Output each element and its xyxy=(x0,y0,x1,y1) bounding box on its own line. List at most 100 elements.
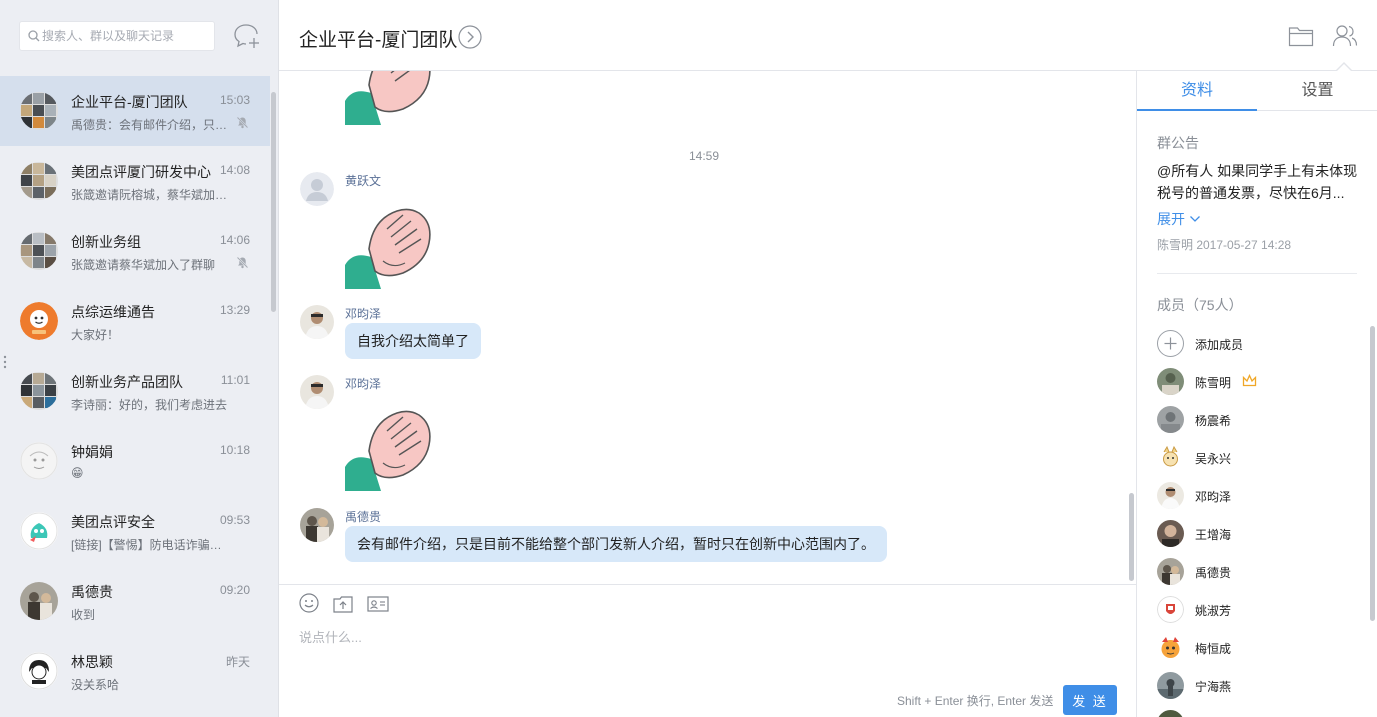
member-avatar xyxy=(1157,558,1184,585)
conversation-name: 美团点评厦门研发中心 xyxy=(71,164,211,180)
upload-file-icon[interactable] xyxy=(333,594,353,614)
resize-handle-icon[interactable] xyxy=(3,354,7,370)
member-name: 杨震希 xyxy=(1195,414,1232,428)
owner-crown-icon xyxy=(1242,374,1257,387)
add-member-label: 添加成员 xyxy=(1195,338,1244,352)
member-item[interactable]: 禹德贵 xyxy=(1157,558,1357,588)
messages-scrollbar[interactable] xyxy=(1129,493,1134,581)
member-name: 吴永兴 xyxy=(1195,452,1232,466)
member-item[interactable]: 宁海燕 xyxy=(1157,672,1357,702)
conversation-preview: 没关系哈 xyxy=(71,678,120,692)
conversation-name: 企业平台-厦门团队 xyxy=(71,94,188,110)
message-avatar[interactable] xyxy=(300,305,334,339)
clapping-sticker xyxy=(345,410,431,491)
message-avatar[interactable] xyxy=(300,172,334,206)
conversation-name: 林思颖 xyxy=(71,654,113,670)
clapping-sticker xyxy=(345,208,431,289)
conversation-item[interactable]: 钟娟娟 10:18 😁 xyxy=(0,426,270,496)
conversation-preview: 😁 xyxy=(71,466,84,480)
members-count-label: 成员（75人） xyxy=(1157,297,1243,313)
member-item[interactable]: 杨震希 xyxy=(1157,406,1357,436)
member-avatar xyxy=(1157,672,1184,699)
sidebar-scrollbar[interactable] xyxy=(271,92,276,312)
send-button[interactable]: 发 送 xyxy=(1063,685,1117,715)
chat-header: 企业平台-厦门团队 xyxy=(279,0,1377,72)
tab-settings[interactable]: 设置 xyxy=(1257,71,1377,111)
message-bubble[interactable]: 会有邮件介绍，只是目前不能给整个部门发新人介绍，暂时只在创新中心范围内了。 xyxy=(345,526,887,562)
member-name: 宁海燕 xyxy=(1195,680,1232,694)
conversation-item[interactable]: 美团点评厦门研发中心 14:08 张箴邀请阮榕城，蔡华斌加入了群聊 xyxy=(0,146,270,216)
search-input[interactable] xyxy=(42,22,212,50)
group-avatar xyxy=(20,372,58,410)
conversation-time: 09:53 xyxy=(219,513,250,527)
conversation-item[interactable]: 创新业务组 14:06 张箴邀请蔡华斌加入了群聊 xyxy=(0,216,270,286)
conversation-item[interactable]: 林思颖 昨天 没关系哈 xyxy=(0,636,270,706)
message-input[interactable] xyxy=(299,627,1119,667)
group-info-panel: 资料 设置 群公告 @所有人 如果同学手上有未体现税号的普通发票，尽快在6月..… xyxy=(1136,71,1377,717)
conversation-name: 美团点评安全 xyxy=(71,514,155,530)
member-item[interactable]: 姚淑芳 xyxy=(1157,596,1357,626)
member-item[interactable]: 梅恒成 xyxy=(1157,634,1357,664)
conversation-time: 09:20 xyxy=(219,583,250,597)
conversation-time: 14:08 xyxy=(219,163,250,177)
mute-bell-icon xyxy=(236,256,249,269)
conversation-preview: 李诗丽：好的，我们考虑进去 xyxy=(71,398,228,412)
mute-bell-icon xyxy=(236,116,249,129)
member-name: 姚淑芳 xyxy=(1195,604,1232,618)
message-composer: Shift + Enter 换行, Enter 发送 发 送 xyxy=(279,584,1136,717)
member-name: 禹德贵 xyxy=(1195,566,1232,580)
member-item[interactable]: 吴永兴 xyxy=(1157,444,1357,474)
conversation-preview: [链接]【警惕】防电话诈骗紧急通知 xyxy=(71,538,233,552)
conversation-time: 昨天 xyxy=(225,655,250,669)
chevron-right-circle-icon[interactable] xyxy=(458,25,482,49)
message-list: 14:59 黄跃文 邓昀泽 自我介绍太简单了 邓昀泽 禹德贵 会有邮件介绍，只是… xyxy=(279,71,1136,584)
search-icon xyxy=(28,30,40,42)
conversation-item[interactable]: 禹德贵 09:20 收到 xyxy=(0,566,270,636)
message-sender: 黄跃文 xyxy=(345,174,382,188)
member-item[interactable]: 王增海 xyxy=(1157,520,1357,550)
bot-avatar xyxy=(20,302,58,340)
search-box[interactable] xyxy=(19,21,215,51)
conversation-item[interactable]: 美团点评安全 09:53 [链接]【警惕】防电话诈骗紧急通知 xyxy=(0,496,270,566)
conversation-item[interactable]: 点综运维通告 13:29 大家好！ xyxy=(0,286,270,356)
group-notice-label: 群公告 xyxy=(1157,135,1199,151)
message-avatar[interactable] xyxy=(300,375,334,409)
bot-avatar xyxy=(20,512,58,550)
contact-card-icon[interactable] xyxy=(367,594,389,614)
folder-icon[interactable] xyxy=(1288,25,1314,47)
conversation-name: 禹德贵 xyxy=(71,584,113,600)
conversation-item[interactable]: 企业平台-厦门团队 15:03 禹德贵：会有邮件介绍，只是目前不能给整个部门发新… xyxy=(0,76,270,146)
add-member-button[interactable]: 添加成员 xyxy=(1157,330,1357,360)
group-avatar xyxy=(20,92,58,130)
member-item[interactable]: 陈雪明 xyxy=(1157,368,1357,398)
expand-notice-link[interactable]: 展开 xyxy=(1157,209,1201,229)
conversation-time: 13:29 xyxy=(219,303,250,317)
chat-title: 企业平台-厦门团队 xyxy=(299,30,458,51)
conversation-sidebar: 企业平台-厦门团队 15:03 禹德贵：会有邮件介绍，只是目前不能给整个部门发新… xyxy=(0,0,279,717)
add-member-icon xyxy=(1157,330,1184,357)
member-item[interactable]: 邓昀泽 xyxy=(1157,482,1357,512)
chevron-down-icon xyxy=(1189,216,1200,222)
message-avatar[interactable] xyxy=(300,508,334,542)
conversation-time: 15:03 xyxy=(219,93,250,107)
tab-info[interactable]: 资料 xyxy=(1137,71,1257,111)
member-avatar xyxy=(1157,634,1184,661)
clapping-sticker xyxy=(345,71,431,125)
emoji-icon[interactable] xyxy=(299,593,319,613)
member-item[interactable] xyxy=(1157,710,1357,717)
member-name: 陈雪明 xyxy=(1195,376,1232,390)
group-members-icon[interactable] xyxy=(1332,24,1358,48)
group-avatar xyxy=(20,162,58,200)
conversation-list: 企业平台-厦门团队 15:03 禹德贵：会有邮件介绍，只是目前不能给整个部门发新… xyxy=(0,76,279,717)
conversation-item[interactable]: 创新业务产品团队 11:01 李诗丽：好的，我们考虑进去 xyxy=(0,356,270,426)
conversation-preview: 收到 xyxy=(71,608,96,622)
expand-label: 展开 xyxy=(1157,211,1185,227)
members-scrollbar[interactable] xyxy=(1370,326,1375,621)
message-bubble[interactable]: 自我介绍太简单了 xyxy=(345,323,481,359)
new-chat-icon[interactable] xyxy=(233,22,261,50)
group-avatar xyxy=(20,232,58,270)
conversation-preview: 张箴邀请蔡华斌加入了群聊 xyxy=(71,258,216,272)
conversation-name: 钟娟娟 xyxy=(71,444,113,460)
member-name: 邓昀泽 xyxy=(1195,490,1232,504)
conversation-preview: 大家好！ xyxy=(71,328,120,342)
